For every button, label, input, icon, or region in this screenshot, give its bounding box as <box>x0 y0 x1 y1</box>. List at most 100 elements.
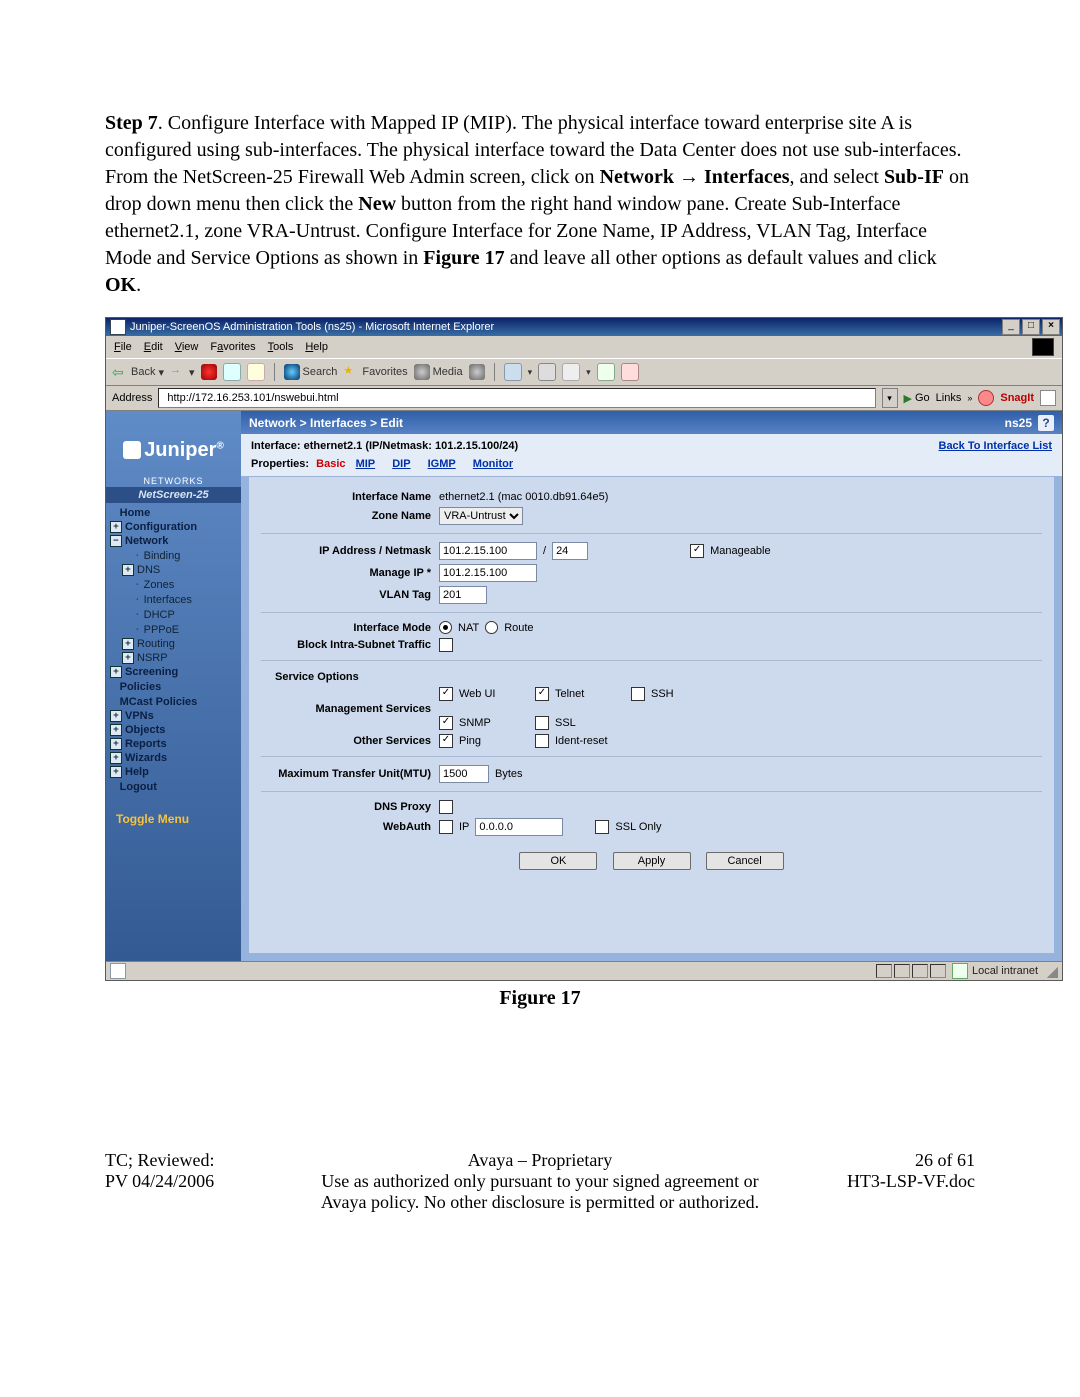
history-icon[interactable] <box>469 364 485 380</box>
sidebar-item-dhcp[interactable]: ·DHCP <box>106 607 241 622</box>
app-frame: Juniper® NETWORKS NetScreen-25 Home +Con… <box>106 411 1062 961</box>
search-button[interactable]: Search <box>284 364 338 380</box>
ping-checkbox[interactable] <box>439 734 453 748</box>
ssh-checkbox[interactable] <box>631 687 645 701</box>
mtu-label: Maximum Transfer Unit(MTU) <box>261 768 439 780</box>
media-button[interactable]: Media <box>414 364 463 380</box>
mode-label: Interface Mode <box>261 622 439 634</box>
mode-nat-radio[interactable] <box>439 621 452 634</box>
favorites-button[interactable]: ★Favorites <box>343 364 407 380</box>
minimize-button[interactable]: _ <box>1002 319 1020 335</box>
telnet-checkbox[interactable] <box>535 687 549 701</box>
sidebar-item-nsrp[interactable]: +NSRP <box>106 651 241 665</box>
go-button[interactable]: ▶Go <box>904 392 930 405</box>
mode-route-radio[interactable] <box>485 621 498 634</box>
sidebar-item-logout[interactable]: Logout <box>106 779 241 794</box>
sidebar-item-objects[interactable]: +Objects <box>106 723 241 737</box>
menu-favorites[interactable]: Favorites <box>210 341 255 353</box>
ssl-checkbox[interactable] <box>535 716 549 730</box>
address-dropdown[interactable]: ▾ <box>882 388 898 408</box>
tab-igmp[interactable]: IGMP <box>428 458 456 470</box>
breadcrumb: Network > Interfaces > Edit <box>249 416 403 430</box>
maximize-button[interactable]: □ <box>1022 319 1040 335</box>
address-bar: Address http://172.16.253.101/nswebui.ht… <box>106 386 1062 411</box>
refresh-icon[interactable] <box>223 363 241 381</box>
mail-icon[interactable] <box>504 363 522 381</box>
form-panel: Interface Name ethernet2.1 (mac 0010.db9… <box>249 476 1054 953</box>
discuss-icon[interactable] <box>597 363 615 381</box>
window-title: Juniper-ScreenOS Administration Tools (n… <box>130 321 494 333</box>
snagit-label[interactable]: SnagIt <box>1000 392 1034 404</box>
tab-basic[interactable]: Basic <box>316 458 345 470</box>
dnsproxy-checkbox[interactable] <box>439 800 453 814</box>
edit-icon[interactable] <box>562 363 580 381</box>
sidebar-item-home[interactable]: Home <box>106 505 241 520</box>
sidebar-item-reports[interactable]: +Reports <box>106 737 241 751</box>
sidebar-item-wizards[interactable]: +Wizards <box>106 751 241 765</box>
status-page-icon <box>110 963 126 979</box>
links-label[interactable]: Links <box>936 392 962 404</box>
block-label: Block Intra-Subnet Traffic <box>261 639 439 651</box>
service-options-header: Service Options <box>275 671 1042 683</box>
zone-select[interactable]: VRA-Untrust <box>439 507 523 525</box>
webui-checkbox[interactable] <box>439 687 453 701</box>
sidebar-item-vpns[interactable]: +VPNs <box>106 709 241 723</box>
home-icon[interactable] <box>247 363 265 381</box>
snagit-window-icon[interactable] <box>1040 390 1056 406</box>
search-icon <box>284 364 300 380</box>
browser-window: Juniper-ScreenOS Administration Tools (n… <box>105 317 1063 981</box>
snmp-checkbox[interactable] <box>439 716 453 730</box>
sidebar-item-routing[interactable]: +Routing <box>106 637 241 651</box>
tab-monitor[interactable]: Monitor <box>473 458 513 470</box>
sidebar: Juniper® NETWORKS NetScreen-25 Home +Con… <box>106 411 241 961</box>
menu-edit[interactable]: Edit <box>144 341 163 353</box>
resize-grip-icon[interactable] <box>1044 964 1058 978</box>
back-to-list-link[interactable]: Back To Interface List <box>939 440 1053 452</box>
apply-button[interactable]: Apply <box>613 852 691 870</box>
sidebar-item-binding[interactable]: ·Binding <box>106 548 241 563</box>
back-button[interactable]: Back ▾ <box>112 364 164 380</box>
cancel-button[interactable]: Cancel <box>706 852 784 870</box>
webauth-checkbox[interactable] <box>439 820 453 834</box>
manageip-input[interactable] <box>439 564 537 582</box>
tab-mip[interactable]: MIP <box>356 458 376 470</box>
status-bar: Local intranet <box>106 961 1062 980</box>
mgmt-label: Management Services <box>261 703 439 715</box>
manageable-checkbox[interactable] <box>690 544 704 558</box>
sidebar-item-mcast[interactable]: MCast Policies <box>106 694 241 709</box>
menu-tools[interactable]: Tools <box>268 341 294 353</box>
sidebar-item-zones[interactable]: ·Zones <box>106 577 241 592</box>
sidebar-item-interfaces[interactable]: ·Interfaces <box>106 592 241 607</box>
ident-checkbox[interactable] <box>535 734 549 748</box>
sidebar-item-policies[interactable]: Policies <box>106 679 241 694</box>
sidebar-item-pppoe[interactable]: ·PPPoE <box>106 622 241 637</box>
menu-file[interactable]: File <box>114 341 132 353</box>
stop-icon[interactable] <box>201 364 217 380</box>
forward-button[interactable]: ▾ <box>170 364 195 380</box>
help-icon[interactable]: ? <box>1038 415 1054 431</box>
menu-view[interactable]: View <box>175 341 199 353</box>
menu-help[interactable]: Help <box>305 341 328 353</box>
sslonly-checkbox[interactable] <box>595 820 609 834</box>
mtu-input[interactable] <box>439 765 489 783</box>
ip-input[interactable] <box>439 542 537 560</box>
close-button[interactable]: × <box>1042 319 1060 335</box>
sidebar-item-configuration[interactable]: +Configuration <box>106 520 241 534</box>
webauth-ip-input[interactable] <box>475 818 563 836</box>
print-icon[interactable] <box>538 363 556 381</box>
messenger-icon[interactable] <box>621 363 639 381</box>
netmask-input[interactable] <box>552 542 588 560</box>
sidebar-item-network[interactable]: −Network <box>106 534 241 548</box>
tab-dip[interactable]: DIP <box>392 458 410 470</box>
block-checkbox[interactable] <box>439 638 453 652</box>
vlan-input[interactable] <box>439 586 487 604</box>
webauth-label: WebAuth <box>261 821 439 833</box>
ok-button[interactable]: OK <box>519 852 597 870</box>
sidebar-item-dns[interactable]: +DNS <box>106 563 241 577</box>
device-name: ns25 <box>1005 416 1032 430</box>
toggle-menu-link[interactable]: Toggle Menu <box>106 812 241 826</box>
manageip-label: Manage IP * <box>261 567 439 579</box>
address-input[interactable]: http://172.16.253.101/nswebui.html <box>158 388 875 408</box>
sidebar-item-screening[interactable]: +Screening <box>106 665 241 679</box>
sidebar-item-help[interactable]: +Help <box>106 765 241 779</box>
